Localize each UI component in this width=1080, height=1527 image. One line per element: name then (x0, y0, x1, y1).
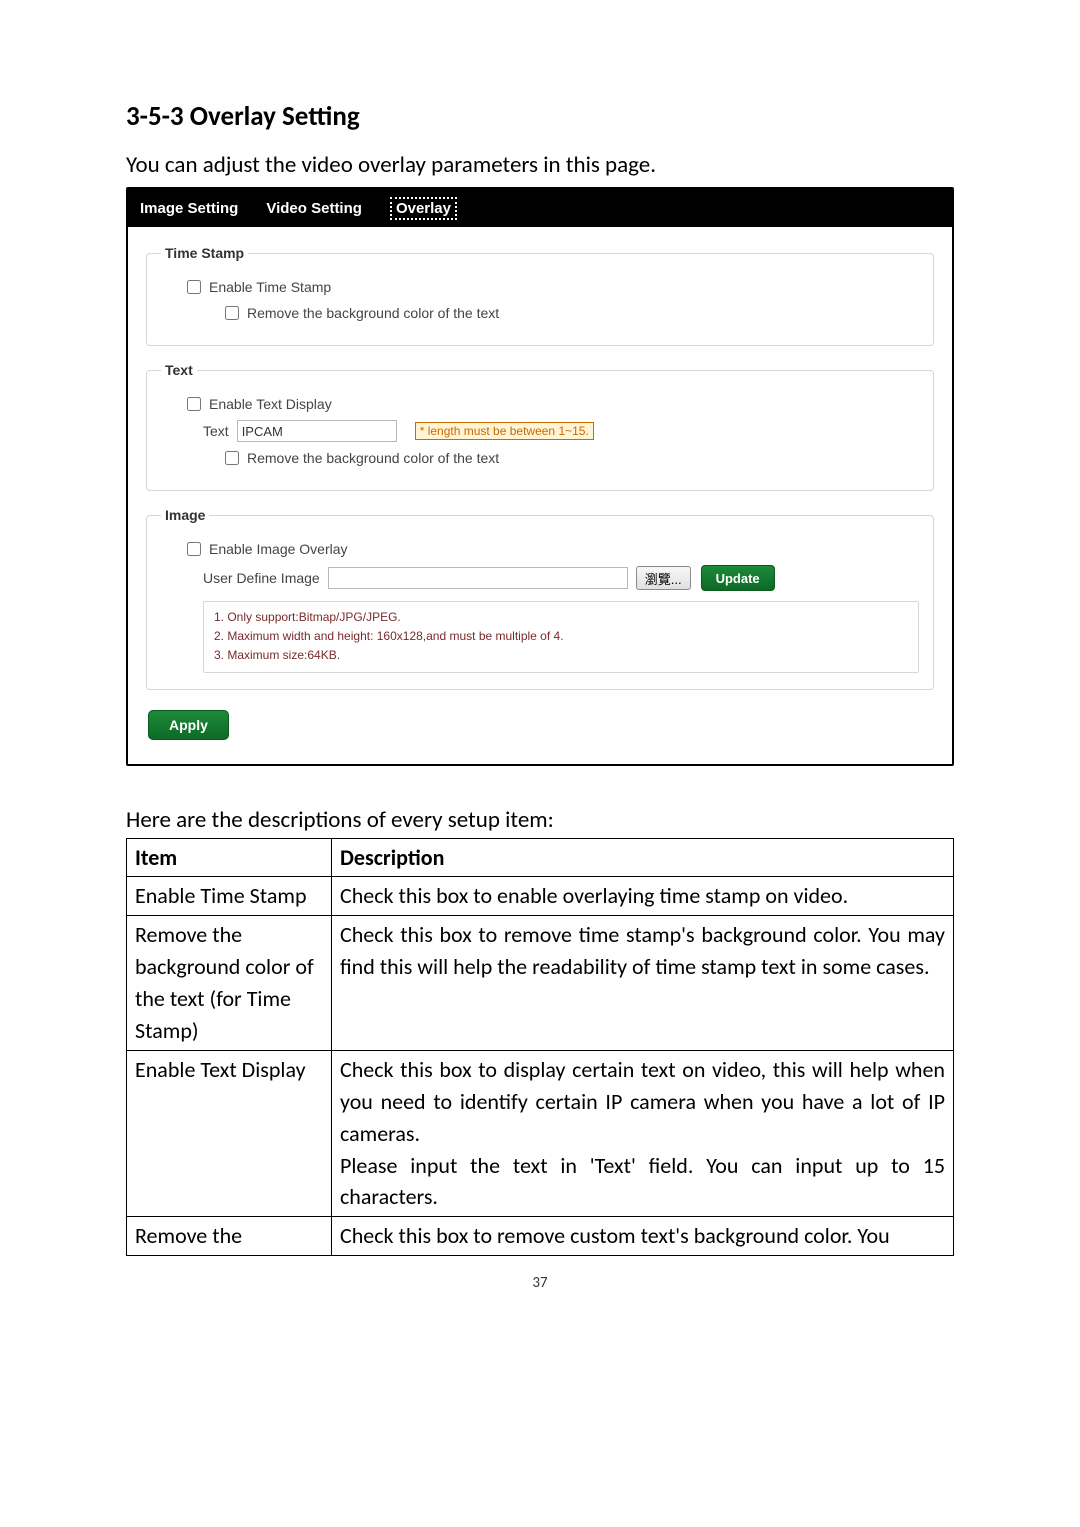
text-group: Text Enable Text Display Text * length m… (146, 362, 934, 491)
image-notes: 1. Only support:Bitmap/JPG/JPEG. 2. Maxi… (203, 601, 919, 673)
tab-label: Overlay (390, 197, 457, 220)
checkbox-label: Enable Text Display (209, 396, 332, 412)
table-cell: Enable Text Display (127, 1050, 332, 1216)
group-legend: Image (161, 507, 209, 523)
update-button[interactable]: Update (701, 565, 775, 591)
tab-image-setting[interactable]: Image Setting (140, 189, 238, 227)
table-cell: Remove the (127, 1217, 332, 1256)
table-cell: Check this box to remove custom text's b… (332, 1217, 954, 1256)
table-cell: Check this box to enable overlaying time… (332, 877, 954, 916)
description-table: Item Description Enable Time Stamp Check… (126, 838, 954, 1257)
enable-image-overlay-checkbox[interactable] (187, 542, 201, 556)
user-define-image-label: User Define Image (203, 570, 320, 586)
remove-bg-text-checkbox[interactable] (225, 451, 239, 465)
table-header-item: Item (127, 838, 332, 877)
checkbox-label: Enable Time Stamp (209, 279, 331, 295)
overlay-settings-panel: Image Setting Video Setting Overlay Time… (126, 187, 954, 766)
tabs-bar: Image Setting Video Setting Overlay (128, 189, 952, 227)
page-number: 37 (126, 1274, 954, 1292)
text-input[interactable] (237, 420, 397, 442)
note-line: 3. Maximum size:64KB. (214, 646, 908, 665)
table-row: Enable Time Stamp Check this box to enab… (127, 877, 954, 916)
tab-overlay[interactable]: Overlay (390, 189, 457, 227)
user-define-image-path[interactable] (328, 567, 628, 589)
table-header-description: Description (332, 838, 954, 877)
table-cell: Check this box to remove time stamp's ba… (332, 916, 954, 1051)
enable-text-display-checkbox[interactable] (187, 397, 201, 411)
table-row: Remove the background color of the text … (127, 916, 954, 1051)
checkbox-label: Enable Image Overlay (209, 541, 348, 557)
table-cell-line: Please input the text in 'Text' field. Y… (340, 1150, 945, 1214)
text-field-label: Text (203, 423, 229, 439)
note-line: 2. Maximum width and height: 160x128,and… (214, 627, 908, 646)
tab-label: Image Setting (140, 200, 238, 217)
table-cell: Check this box to display certain text o… (332, 1050, 954, 1216)
checkbox-label: Remove the background color of the text (247, 305, 499, 321)
table-cell: Remove the background color of the text … (127, 916, 332, 1051)
button-label: Apply (169, 717, 208, 733)
table-cell: Enable Time Stamp (127, 877, 332, 916)
table-caption: Here are the descriptions of every setup… (126, 806, 954, 834)
note-line: 1. Only support:Bitmap/JPG/JPEG. (214, 608, 908, 627)
tab-label: Video Setting (266, 200, 362, 217)
remove-bg-timestamp-checkbox[interactable] (225, 306, 239, 320)
button-label: Update (716, 571, 760, 586)
group-legend: Time Stamp (161, 245, 248, 261)
apply-button[interactable]: Apply (148, 710, 229, 740)
table-cell-line: Check this box to display certain text o… (340, 1054, 945, 1150)
time-stamp-group: Time Stamp Enable Time Stamp Remove the … (146, 245, 934, 346)
section-heading: 3-5-3 Overlay Setting (126, 100, 954, 133)
intro-text: You can adjust the video overlay paramet… (126, 151, 954, 179)
tab-video-setting[interactable]: Video Setting (266, 189, 362, 227)
text-hint: * length must be between 1~15. (415, 422, 594, 440)
group-legend: Text (161, 362, 197, 378)
image-group: Image Enable Image Overlay User Define I… (146, 507, 934, 690)
button-label: 瀏覽... (645, 569, 682, 588)
enable-time-stamp-checkbox[interactable] (187, 280, 201, 294)
table-row: Enable Text Display Check this box to di… (127, 1050, 954, 1216)
checkbox-label: Remove the background color of the text (247, 450, 499, 466)
table-row: Remove the Check this box to remove cust… (127, 1217, 954, 1256)
browse-button[interactable]: 瀏覽... (636, 566, 691, 590)
